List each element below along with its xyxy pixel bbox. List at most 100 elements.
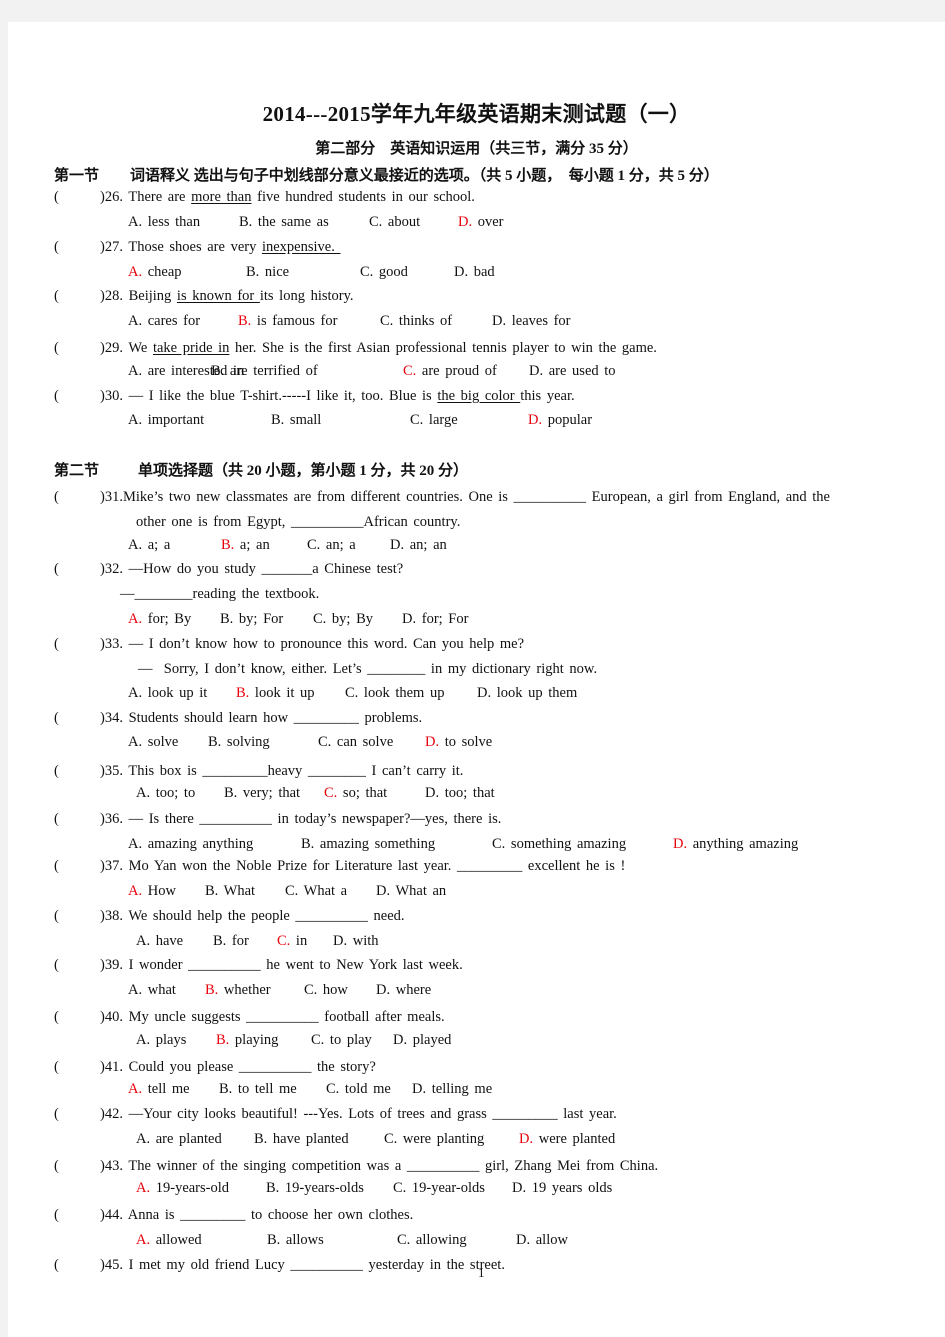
answer-option[interactable]: B. look it up: [236, 685, 315, 702]
answer-option[interactable]: D. with: [333, 933, 379, 950]
answer-option[interactable]: B. amazing something: [301, 836, 435, 853]
answer-option[interactable]: A. solve: [128, 734, 178, 751]
answer-option[interactable]: C. by; By: [313, 611, 373, 628]
answer-option[interactable]: A. important: [128, 412, 204, 429]
answer-option[interactable]: D. to solve: [425, 734, 492, 751]
stem-text: its long history.: [259, 288, 354, 304]
answer-option[interactable]: C. an; a: [307, 537, 356, 554]
answer-option[interactable]: C. thinks of: [380, 313, 452, 330]
answer-option[interactable]: A. cares for: [128, 313, 200, 330]
answer-blank-paren[interactable]: (: [54, 1009, 59, 1026]
answer-option[interactable]: B. have planted: [254, 1131, 349, 1148]
answer-option[interactable]: D. What an: [376, 883, 446, 900]
answer-blank-paren[interactable]: (: [54, 636, 59, 653]
answer-blank-paren[interactable]: (: [54, 388, 59, 405]
answer-blank-paren[interactable]: (: [54, 957, 59, 974]
answer-option[interactable]: B. solving: [208, 734, 270, 751]
answer-option[interactable]: B. 19-years-olds: [266, 1180, 364, 1197]
answer-option[interactable]: C. 19-year-olds: [393, 1180, 485, 1197]
answer-option[interactable]: B. small: [271, 412, 321, 429]
answer-option[interactable]: A. How: [128, 883, 176, 900]
answer-option[interactable]: D. are used to: [529, 363, 616, 380]
answer-option[interactable]: A. have: [136, 933, 183, 950]
answer-blank-paren[interactable]: (: [54, 239, 59, 256]
answer-blank-paren[interactable]: (: [54, 1207, 59, 1224]
answer-option[interactable]: A. plays: [136, 1032, 186, 1049]
answer-option[interactable]: D. were planted: [519, 1131, 615, 1148]
answer-option[interactable]: C. something amazing: [492, 836, 626, 853]
answer-option[interactable]: A. 19-years-old: [136, 1180, 229, 1197]
answer-option[interactable]: D. where: [376, 982, 431, 999]
answer-option[interactable]: B. are terrified of: [211, 363, 318, 380]
answer-option[interactable]: C. so; that: [324, 785, 387, 802]
answer-option[interactable]: B. the same as: [239, 214, 329, 231]
answer-option[interactable]: B. playing: [216, 1032, 278, 1049]
answer-option[interactable]: A. tell me: [128, 1081, 190, 1098]
answer-blank-paren[interactable]: (: [54, 1257, 59, 1274]
answer-option[interactable]: C. good: [360, 264, 408, 281]
answer-option[interactable]: D. too; that: [425, 785, 495, 802]
answer-option[interactable]: D. leaves for: [492, 313, 571, 330]
answer-option[interactable]: A. are planted: [136, 1131, 222, 1148]
answer-option[interactable]: C. about: [369, 214, 420, 231]
answer-option[interactable]: C. to play: [311, 1032, 372, 1049]
answer-option[interactable]: B. whether: [205, 982, 271, 999]
answer-option[interactable]: D. anything amazing: [673, 836, 798, 853]
answer-option[interactable]: A. a; a: [128, 537, 170, 554]
option-letter: D.: [512, 1180, 527, 1196]
answer-option[interactable]: C. look them up: [345, 685, 444, 702]
option-text: allowing: [410, 1232, 467, 1248]
answer-option[interactable]: D. for; For: [402, 611, 468, 628]
answer-option[interactable]: D. allow: [516, 1232, 568, 1249]
answer-option[interactable]: C. What a: [285, 883, 347, 900]
answer-option[interactable]: B. very; that: [224, 785, 300, 802]
answer-option[interactable]: B. for: [213, 933, 249, 950]
answer-blank-paren[interactable]: (: [54, 858, 59, 875]
answer-blank-paren[interactable]: (: [54, 489, 59, 506]
answer-option[interactable]: C. large: [410, 412, 458, 429]
answer-option[interactable]: C. can solve: [318, 734, 393, 751]
answer-blank-paren[interactable]: (: [54, 763, 59, 780]
answer-option[interactable]: A. for; By: [128, 611, 191, 628]
answer-option[interactable]: C. are proud of: [403, 363, 497, 380]
answer-option[interactable]: B. by; For: [220, 611, 283, 628]
answer-option[interactable]: C. how: [304, 982, 348, 999]
answer-option[interactable]: D. over: [458, 214, 504, 231]
answer-option[interactable]: B. a; an: [221, 537, 270, 554]
answer-option[interactable]: B. What: [205, 883, 255, 900]
answer-option[interactable]: B. is famous for: [238, 313, 337, 330]
answer-blank-paren[interactable]: (: [54, 1158, 59, 1175]
answer-option[interactable]: D. telling me: [412, 1081, 492, 1098]
answer-option[interactable]: C. allowing: [397, 1232, 467, 1249]
answer-blank-paren[interactable]: (: [54, 811, 59, 828]
answer-blank-paren[interactable]: (: [54, 561, 59, 578]
answer-blank-paren[interactable]: (: [54, 288, 59, 305]
answer-option[interactable]: A. allowed: [136, 1232, 202, 1249]
answer-option[interactable]: B. allows: [267, 1232, 324, 1249]
answer-option[interactable]: A. what: [128, 982, 176, 999]
answer-option[interactable]: D. played: [393, 1032, 451, 1049]
answer-option[interactable]: D. popular: [528, 412, 592, 429]
answer-option[interactable]: B. nice: [246, 264, 289, 281]
answer-blank-paren[interactable]: (: [54, 1059, 59, 1076]
answer-option[interactable]: A. too; to: [136, 785, 195, 802]
answer-blank-paren[interactable]: (: [54, 908, 59, 925]
option-text: solve: [142, 734, 179, 750]
option-letter: B.: [220, 611, 234, 627]
answer-option[interactable]: C. in: [277, 933, 307, 950]
answer-option[interactable]: D. look up them: [477, 685, 577, 702]
answer-blank-paren[interactable]: (: [54, 340, 59, 357]
answer-blank-paren[interactable]: (: [54, 710, 59, 727]
answer-option[interactable]: C. told me: [326, 1081, 391, 1098]
answer-option[interactable]: B. to tell me: [219, 1081, 297, 1098]
answer-option[interactable]: C. were planting: [384, 1131, 484, 1148]
answer-option[interactable]: A. look up it: [128, 685, 207, 702]
answer-option[interactable]: D. an; an: [390, 537, 447, 554]
answer-blank-paren[interactable]: (: [54, 1106, 59, 1123]
answer-option[interactable]: A. less than: [128, 214, 200, 231]
answer-option[interactable]: D. bad: [454, 264, 495, 281]
answer-option[interactable]: A. amazing anything: [128, 836, 253, 853]
answer-option[interactable]: D. 19 years olds: [512, 1180, 612, 1197]
answer-option[interactable]: A. cheap: [128, 264, 182, 281]
answer-blank-paren[interactable]: (: [54, 189, 59, 206]
